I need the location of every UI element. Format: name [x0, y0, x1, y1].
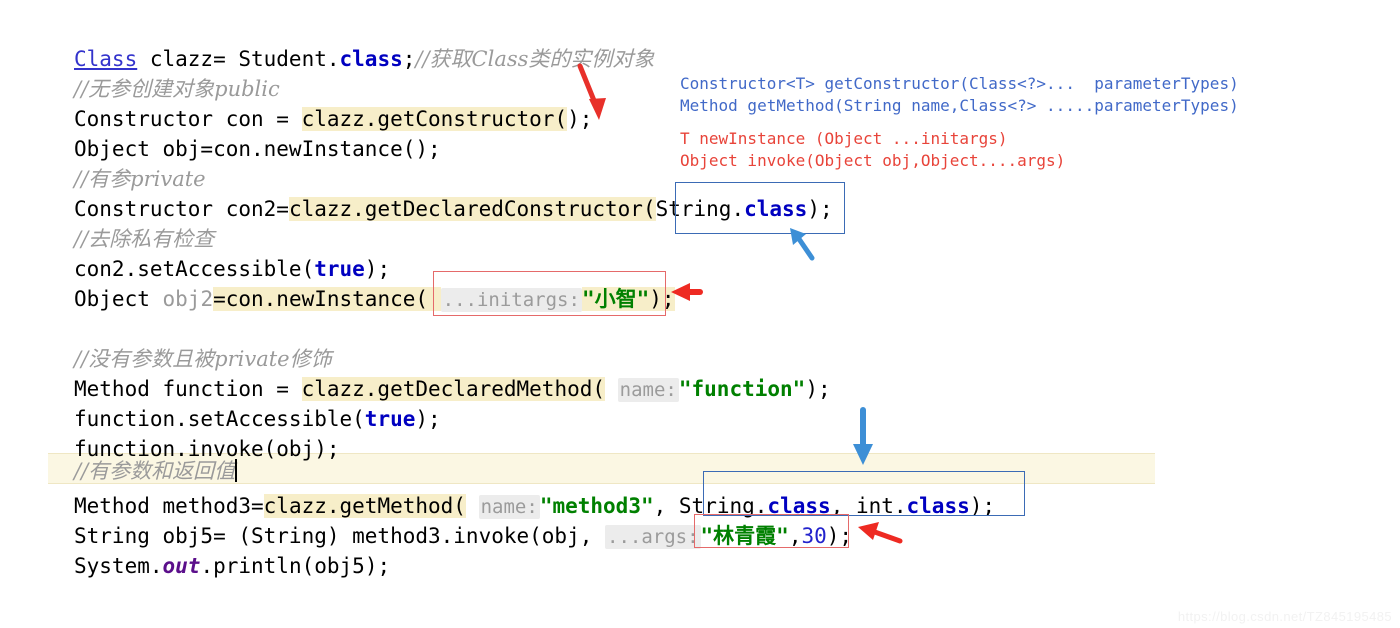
line3-highlighted-call: clazz.getConstructor( [301, 107, 568, 131]
line9-mid: =con.newInstance( [213, 287, 441, 311]
code-line-8[interactable]: con2.setAccessible(true); [74, 254, 390, 284]
code-line-2[interactable]: //无参创建对象public [74, 74, 280, 104]
line17-param-hint: ...args: [605, 525, 701, 549]
line1-text-a: clazz= Student. [137, 47, 340, 71]
api-note-red-2: Object invoke(Object obj,Object....args) [680, 151, 1066, 170]
line16-param-hint: name: [478, 495, 540, 519]
line11-comment: //没有参数且被private修饰 [74, 347, 332, 371]
string-class-box [675, 182, 845, 234]
code-line-15[interactable]: //有参数和返回值 [74, 456, 238, 486]
line3-prefix: Constructor con = [74, 107, 302, 131]
line13-true-keyword: true [364, 407, 416, 431]
line8-prefix: con2.setAccessible( [74, 257, 315, 281]
code-line-3[interactable]: Constructor con = clazz.getConstructor()… [74, 104, 592, 134]
line13-suffix: ); [415, 407, 441, 431]
line13-prefix: function.setAccessible( [74, 407, 365, 431]
line12-space [605, 377, 618, 401]
code-line-5[interactable]: //有参private [74, 164, 206, 194]
line7-comment: //去除私有检查 [74, 227, 215, 251]
line5-comment: //有参private [74, 167, 206, 191]
line12-prefix: Method function = [74, 377, 302, 401]
line2-comment: //无参创建对象public [74, 77, 280, 101]
args-box [694, 514, 849, 548]
line15-comment: //有参数和返回值 [74, 459, 236, 483]
line1-semicolon: ; [402, 47, 416, 71]
line18-static-field: out [162, 554, 201, 578]
line12-suffix: ); [805, 377, 831, 401]
class-keyword-token: class [339, 47, 403, 71]
line18-suffix: .println(obj5); [200, 554, 391, 578]
line16-string-literal: "method3" [539, 494, 654, 518]
param-types-box [703, 471, 1025, 516]
line12-highlighted-call: clazz.getDeclaredMethod( [301, 377, 606, 401]
line4-text: Object obj=con.newInstance(); [74, 137, 441, 161]
line8-true-keyword: true [314, 257, 365, 281]
line6-highlighted-call: clazz.getDeclaredConstructor( [288, 197, 656, 221]
code-line-13[interactable]: function.setAccessible(true); [74, 404, 441, 434]
line8-suffix: ); [364, 257, 391, 281]
initargs-box [433, 271, 666, 316]
code-line-1[interactable]: Class clazz= Student.class;//获取Class类的实例… [74, 44, 654, 74]
code-editor-canvas: Class clazz= Student.class;//获取Class类的实例… [0, 0, 1400, 628]
line16-prefix: Method method3= [74, 494, 264, 518]
line12-param-hint: name: [617, 378, 679, 402]
line12-string-literal: "function" [678, 377, 806, 401]
line9-prefix: Object [74, 287, 163, 311]
code-line-7[interactable]: //去除私有检查 [74, 224, 214, 254]
api-note-red-1: T newInstance (Object ...initargs) [680, 129, 1008, 148]
line16-highlighted-call: clazz.getMethod( [263, 494, 466, 518]
code-line-4[interactable]: Object obj=con.newInstance(); [74, 134, 441, 164]
code-line-18[interactable]: System.out.println(obj5); [74, 551, 390, 581]
code-line-12[interactable]: Method function = clazz.getDeclaredMetho… [74, 374, 831, 405]
text-caret [235, 459, 238, 482]
code-line-11[interactable]: //没有参数且被private修饰 [74, 344, 332, 374]
line16-space [466, 494, 479, 518]
line16-comma-1: , [653, 494, 679, 518]
line17-prefix: String obj5= (String) method3.invoke(obj… [74, 524, 606, 548]
line3-suffix: ); [567, 107, 593, 131]
line9-variable: obj2 [162, 287, 214, 311]
line6-prefix: Constructor con2= [74, 197, 289, 221]
class-type-token[interactable]: Class [74, 47, 137, 71]
line1-comment: //获取Class类的实例对象 [415, 47, 655, 71]
api-note-blue-1: Constructor<T> getConstructor(Class<?>..… [680, 74, 1239, 93]
api-note-blue-2: Method getMethod(String name,Class<?> ..… [680, 96, 1239, 115]
line18-prefix: System. [74, 554, 163, 578]
watermark: https://blog.csdn.net/TZ845195485 [1177, 609, 1392, 624]
